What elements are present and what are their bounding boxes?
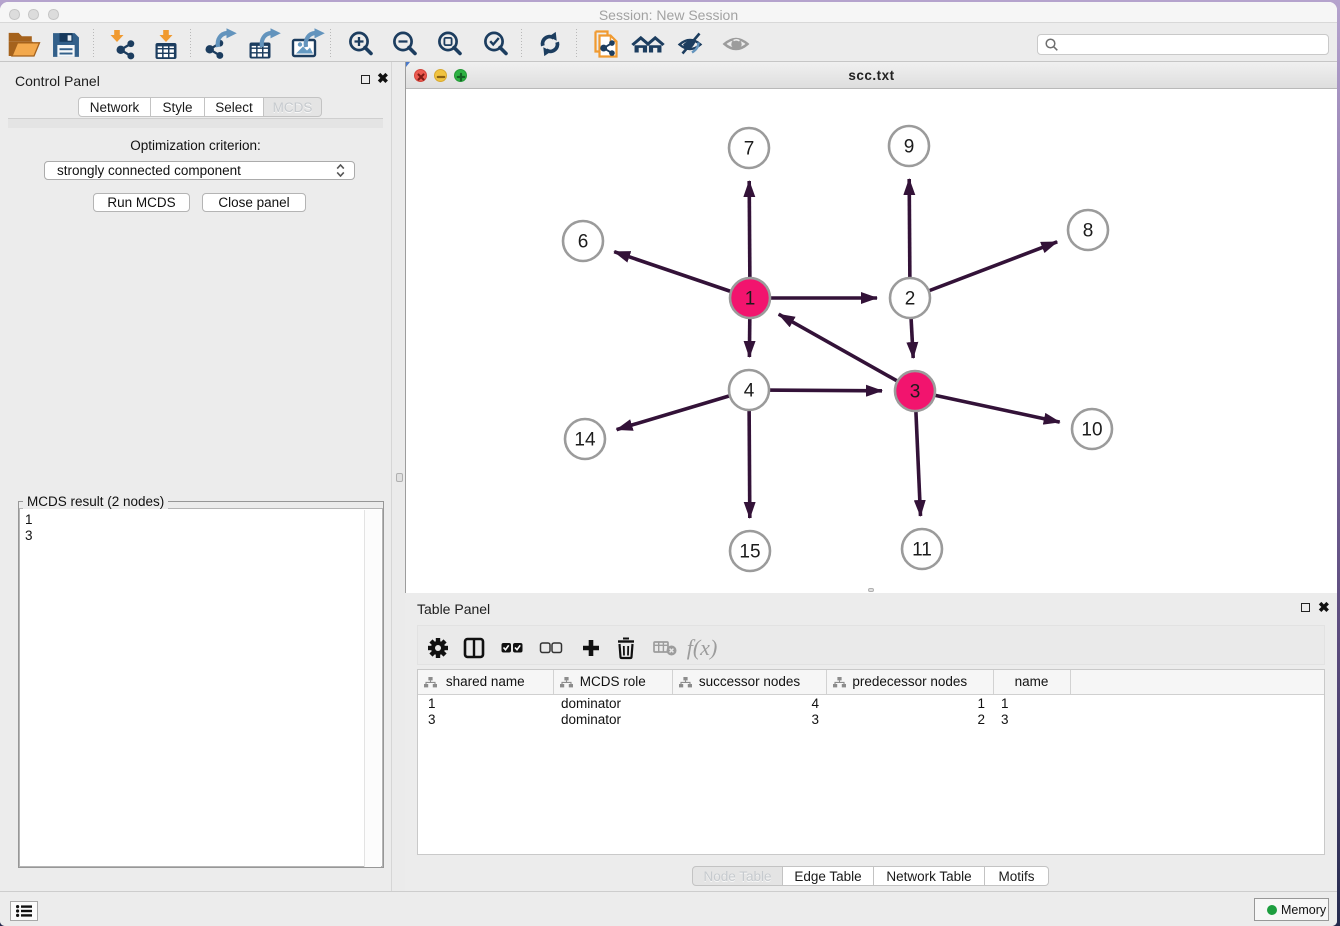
svg-text:1: 1 <box>745 289 756 310</box>
svg-text:8: 8 <box>1083 221 1094 242</box>
svg-text:2: 2 <box>905 289 916 310</box>
svg-text:7: 7 <box>744 139 755 160</box>
svg-text:6: 6 <box>578 232 589 253</box>
svg-text:9: 9 <box>904 137 915 158</box>
svg-text:14: 14 <box>574 430 596 451</box>
svg-text:10: 10 <box>1081 420 1102 441</box>
svg-text:f(x): f(x) <box>687 635 718 660</box>
svg-text:3: 3 <box>910 382 921 403</box>
svg-text:11: 11 <box>912 540 932 561</box>
svg-text:4: 4 <box>744 381 755 402</box>
svg-text:15: 15 <box>739 542 760 563</box>
